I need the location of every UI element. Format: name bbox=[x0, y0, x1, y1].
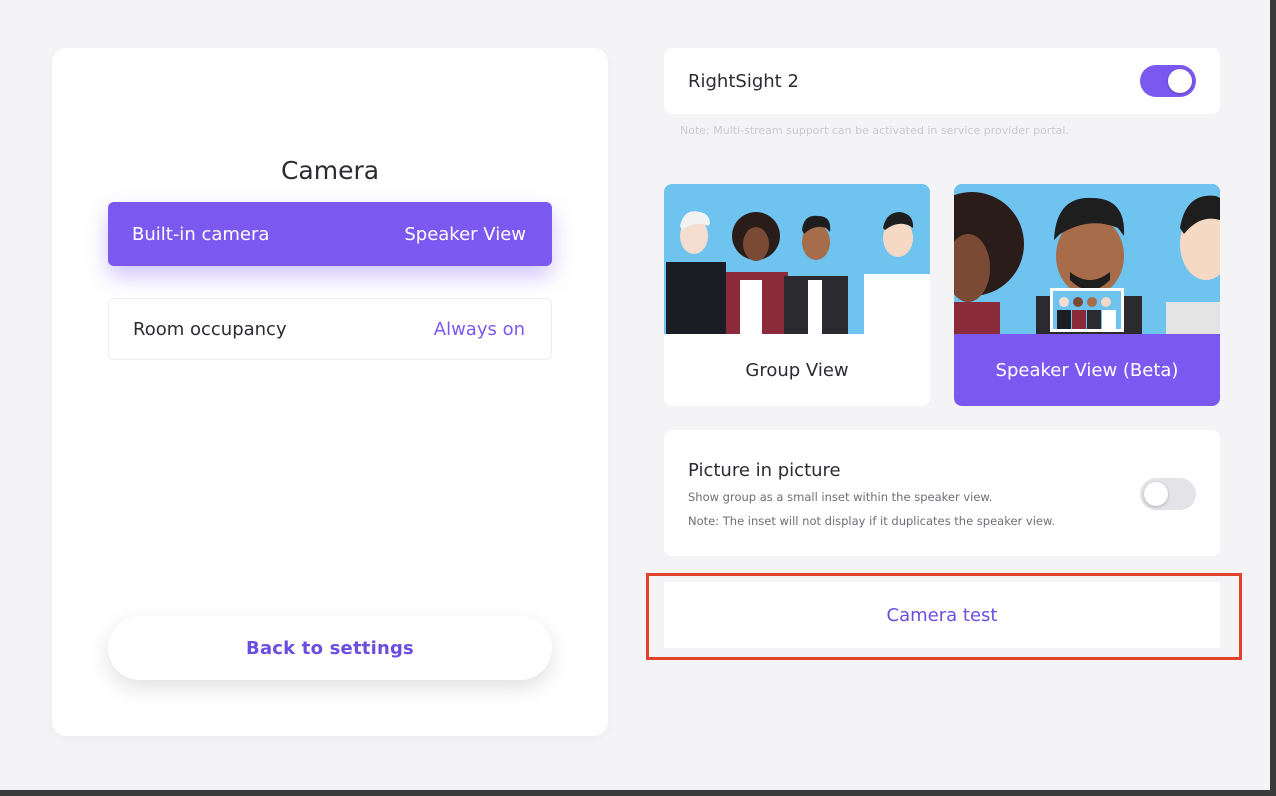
camera-settings-screen: Camera Built-in camera Speaker View Room… bbox=[0, 0, 1270, 790]
speaker-view-label: Speaker View (Beta) bbox=[995, 359, 1179, 381]
toggle-knob bbox=[1144, 482, 1168, 506]
back-to-settings-button[interactable]: Back to settings bbox=[108, 616, 552, 680]
pip-description: Show group as a small inset within the s… bbox=[688, 490, 993, 504]
rightsight-row: RightSight 2 bbox=[664, 48, 1220, 114]
highlight-box bbox=[646, 573, 1242, 660]
room-occupancy-row[interactable]: Room occupancy Always on bbox=[108, 298, 552, 360]
pip-note: Note: The inset will not display if it d… bbox=[688, 514, 1056, 528]
toggle-knob bbox=[1168, 69, 1192, 93]
picture-in-picture-row: Picture in picture Show group as a small… bbox=[664, 430, 1220, 556]
multistream-note: Note: Multi-stream support can be activa… bbox=[680, 124, 1069, 137]
speaker-view-option[interactable]: Speaker View (Beta) bbox=[954, 184, 1220, 406]
group-view-option[interactable]: Group View bbox=[664, 184, 930, 406]
rightsight-toggle[interactable] bbox=[1140, 65, 1196, 97]
page-title: Camera bbox=[280, 156, 380, 185]
pip-toggle[interactable] bbox=[1140, 478, 1196, 510]
built-in-camera-row[interactable]: Built-in camera Speaker View bbox=[108, 202, 552, 266]
speaker-view-illustration bbox=[954, 184, 1220, 334]
group-view-illustration bbox=[664, 184, 930, 334]
group-view-label: Group View bbox=[745, 359, 849, 381]
built-in-camera-value: Speaker View bbox=[404, 223, 526, 245]
rightsight-label: RightSight 2 bbox=[688, 70, 799, 92]
built-in-camera-label: Built-in camera bbox=[132, 223, 270, 245]
pip-title: Picture in picture bbox=[688, 460, 841, 481]
room-occupancy-label: Room occupancy bbox=[133, 318, 287, 340]
room-occupancy-value: Always on bbox=[433, 318, 525, 340]
